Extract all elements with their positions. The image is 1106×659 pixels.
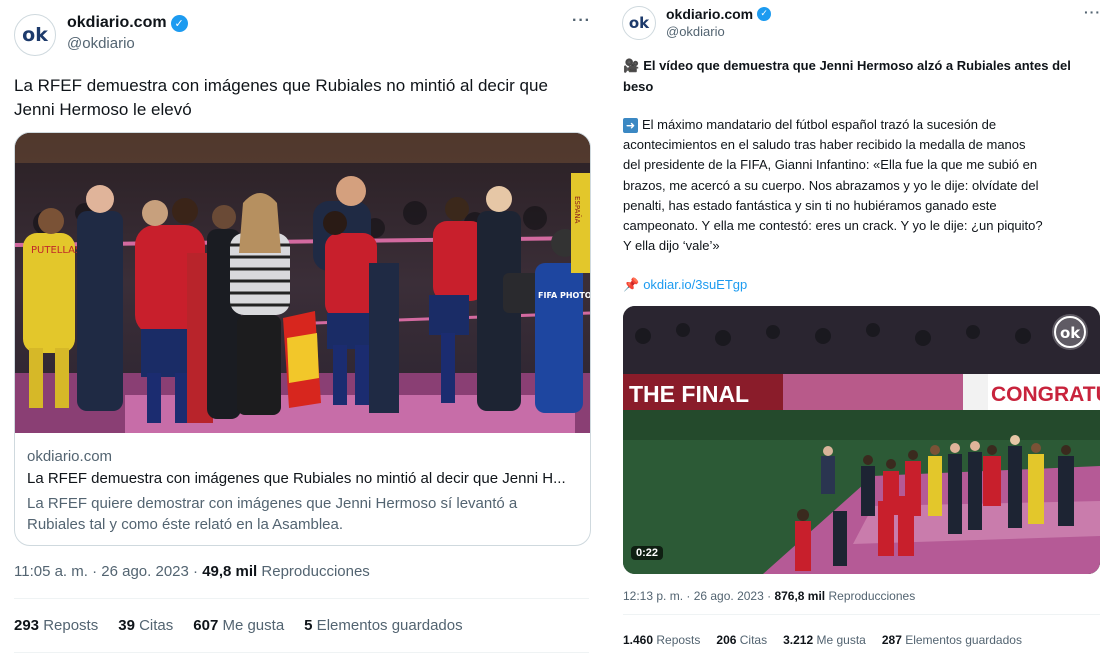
avatar[interactable]: ok bbox=[622, 6, 656, 40]
video-duration-badge: 0:22 bbox=[631, 546, 664, 560]
body-line: penalti, has estado fantástica y sin ti … bbox=[623, 197, 997, 213]
tweet-body: ➜ El máximo mandatario del fútbol español… bbox=[623, 115, 1106, 256]
timestamp[interactable]: 11:05 a. m. · 26 ago. 2023 · bbox=[14, 563, 202, 580]
short-link[interactable]: okdiar.io/3suETgp bbox=[643, 277, 747, 292]
engagement-stats: 1.460 Reposts 206 Citas 3.212 Me gusta 2… bbox=[623, 633, 1022, 647]
more-options-icon[interactable]: ··· bbox=[1084, 4, 1101, 20]
body-line: campeonato. Y ella me contestó: eres un … bbox=[623, 218, 1043, 234]
pushpin-icon: 📌 bbox=[623, 278, 640, 293]
display-name[interactable]: okdiario.com bbox=[666, 6, 753, 22]
card-domain: okdiario.com bbox=[27, 448, 113, 465]
verified-badge-icon: ✓ bbox=[170, 14, 188, 32]
tweet-left: ok okdiario.com ✓ @okdiario ··· La RFEF … bbox=[0, 0, 602, 659]
scarf-text: ESPAÑA bbox=[573, 196, 582, 224]
tweet-text-line: Jenni Hermoso le elevó bbox=[14, 100, 192, 119]
views-label: Reproducciones bbox=[825, 589, 916, 603]
divider bbox=[14, 598, 589, 599]
fifa-photo-badge: FIFA PHOTO bbox=[538, 291, 590, 300]
author-handle[interactable]: @okdiario bbox=[666, 24, 725, 39]
shirt-back-text: PUTELLAS bbox=[31, 245, 81, 256]
card-title: La RFEF demuestra con imágenes que Rubia… bbox=[27, 470, 566, 487]
tweet-text-line: La RFEF demuestra con imágenes que Rubia… bbox=[14, 76, 548, 95]
body-line: acontecimientos en el saludo tras haber … bbox=[623, 137, 1026, 153]
author-name[interactable]: okdiario.com ✓ bbox=[67, 14, 188, 32]
celebration-photo: PUTELLAS FIFA PHOTO ESPAÑA bbox=[15, 133, 590, 433]
divider bbox=[623, 614, 1100, 615]
stat-reposts[interactable]: 1.460 Reposts bbox=[623, 633, 700, 647]
panel-gap bbox=[602, 0, 610, 659]
headline-line: beso bbox=[623, 79, 654, 94]
verified-badge-icon: ✓ bbox=[757, 7, 772, 21]
tweet-text: La RFEF demuestra con imágenes que Rubia… bbox=[14, 74, 584, 122]
stat-quotes[interactable]: 39 Citas bbox=[118, 617, 173, 634]
tweet-headline: 🎥 El vídeo que demuestra que Jenni Hermos… bbox=[623, 56, 1103, 97]
card-image[interactable]: PUTELLAS FIFA PHOTO ESPAÑA bbox=[15, 133, 590, 433]
stat-bookmarks[interactable]: 287 Elementos guardados bbox=[882, 633, 1022, 647]
tweet-meta: 12:13 p. m. · 26 ago. 2023 · 876,8 mil R… bbox=[623, 589, 915, 603]
video-frame: THE FINAL CONGRATU ok bbox=[623, 306, 1100, 574]
timestamp[interactable]: 12:13 p. m. · 26 ago. 2023 · bbox=[623, 589, 774, 603]
tweet-meta: 11:05 a. m. · 26 ago. 2023 · 49,8 mil Re… bbox=[14, 563, 370, 580]
card-description-line: La RFEF quiere demostrar con imágenes qu… bbox=[27, 495, 518, 512]
stat-bookmarks[interactable]: 5 Elementos guardados bbox=[304, 617, 462, 634]
divider bbox=[14, 652, 589, 653]
more-options-icon[interactable]: ··· bbox=[572, 12, 591, 30]
display-name[interactable]: okdiario.com bbox=[67, 14, 167, 32]
video-player[interactable]: THE FINAL CONGRATU ok 0:22 bbox=[623, 306, 1100, 574]
body-line: brazos, me acercó a su cuerpo. Nos abraz… bbox=[623, 177, 1039, 193]
banner-congrats: CONGRATU bbox=[991, 383, 1100, 406]
body-line: ➜ El máximo mandatario del fútbol español… bbox=[623, 115, 1106, 135]
views-count: 49,8 mil bbox=[202, 563, 258, 580]
author-handle[interactable]: @okdiario bbox=[67, 35, 135, 52]
stat-likes[interactable]: 607 Me gusta bbox=[193, 617, 284, 634]
banner-the-final: THE FINAL bbox=[629, 381, 749, 407]
arrow-right-icon: ➜ bbox=[623, 118, 638, 133]
card-description-line: Rubiales tal y como éste relató en la As… bbox=[27, 516, 344, 533]
stat-reposts[interactable]: 293 Reposts bbox=[14, 617, 98, 634]
link-card[interactable]: PUTELLAS FIFA PHOTO ESPAÑA okdiario.com … bbox=[14, 132, 591, 546]
author-name[interactable]: okdiario.com ✓ bbox=[666, 6, 772, 22]
engagement-stats: 293 Reposts 39 Citas 607 Me gusta 5 Elem… bbox=[14, 617, 463, 634]
body-line: del presidente de la FIFA, Gianni Infant… bbox=[623, 157, 1038, 173]
video-logo: ok bbox=[1060, 324, 1081, 342]
video-camera-icon: 🎥 bbox=[623, 59, 640, 74]
views-count: 876,8 mil bbox=[774, 589, 826, 603]
avatar[interactable]: ok bbox=[14, 14, 56, 56]
stat-likes[interactable]: 3.212 Me gusta bbox=[783, 633, 866, 647]
headline-line: 🎥 El vídeo que demuestra que Jenni Hermos… bbox=[623, 58, 1071, 74]
body-line: Y ella dijo ‘vale’» bbox=[623, 238, 720, 254]
tweet-right: ok okdiario.com ✓ @okdiario ··· 🎥 El víde… bbox=[610, 0, 1106, 659]
card-description: La RFEF quiere demostrar con imágenes qu… bbox=[27, 493, 517, 535]
stat-quotes[interactable]: 206 Citas bbox=[716, 633, 767, 647]
link-row: 📌 okdiar.io/3suETgp bbox=[623, 277, 747, 293]
views-label: Reproducciones bbox=[257, 563, 370, 580]
